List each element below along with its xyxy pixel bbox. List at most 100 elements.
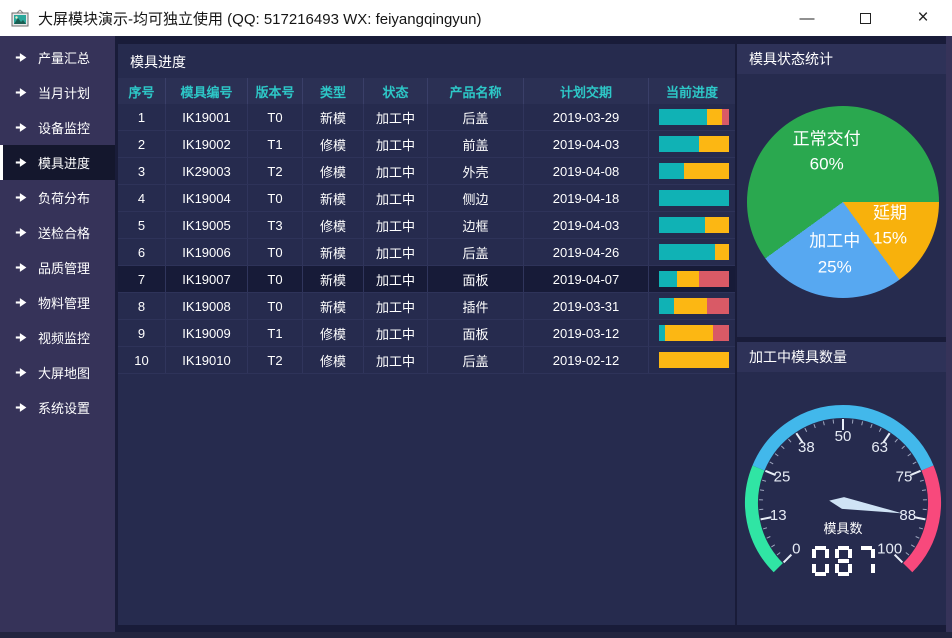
gauge-minor-tick (879, 428, 881, 432)
table-cell: 修模 (303, 320, 364, 346)
table-row[interactable]: 7IK19007T0新模加工中面板2019-04-07 (118, 266, 735, 293)
column-header: 序号 (118, 78, 166, 104)
sidebar-item-label: 视频监控 (38, 328, 90, 347)
gauge-minor-tick (823, 421, 824, 425)
gauge-minor-tick (814, 424, 815, 428)
table-cell: 1 (118, 104, 166, 130)
column-header: 当前进度 (649, 78, 735, 104)
sidebar-item-8[interactable]: 物料管理 (0, 285, 115, 320)
mold-status-panel: 模具状态统计 正常交付60%延期15%加工中25% (737, 44, 946, 337)
sidebar-item-label: 系统设置 (38, 398, 90, 417)
gauge-minor-tick (922, 490, 926, 491)
sidebar-item-11[interactable]: 系统设置 (0, 390, 115, 425)
gauge-panel-title: 加工中模具数量 (737, 342, 946, 372)
window-right-edge (946, 36, 952, 638)
table-row[interactable]: 3IK29003T2修模加工中外壳2019-04-08 (118, 158, 735, 185)
table-cell: T1 (248, 320, 303, 346)
table-cell: 3 (118, 158, 166, 184)
window-bottom-edge (0, 632, 952, 638)
table-cell: IK19002 (166, 131, 248, 157)
table-cell: 加工中 (364, 104, 428, 130)
table-cell: 加工中 (364, 212, 428, 238)
gauge-needle (829, 497, 902, 513)
table-cell: 加工中 (364, 185, 428, 211)
progress-bar (659, 163, 729, 179)
sidebar-item-4[interactable]: 模具进度 (0, 145, 115, 180)
table-row[interactable]: 9IK19009T1修模加工中面板2019-03-12 (118, 320, 735, 347)
arrow-icon (15, 401, 28, 414)
arrow-icon (15, 121, 28, 134)
sidebar-item-9[interactable]: 视频监控 (0, 320, 115, 355)
sidebar-item-label: 当月计划 (38, 83, 90, 102)
gauge-chart: 013253850637588100 模具数 (737, 372, 946, 625)
table-cell: T2 (248, 158, 303, 184)
close-button[interactable]: × (894, 0, 952, 36)
table-cell: 9 (118, 320, 166, 346)
table-cell: 后盖 (428, 104, 524, 130)
sidebar-item-2[interactable]: 当月计划 (0, 75, 115, 110)
table-cell: T0 (248, 239, 303, 265)
gauge-minor-tick (762, 480, 766, 481)
maximize-button[interactable] (836, 0, 894, 36)
table-cell: T1 (248, 131, 303, 157)
table-cell: 2019-04-03 (524, 212, 649, 238)
gauge-minor-tick (908, 454, 911, 456)
table-cell: T0 (248, 293, 303, 319)
table-cell: 边框 (428, 212, 524, 238)
mold-progress-panel: 模具进度 序号模具编号版本号类型状态产品名称计划交期当前进度 1IK19001T… (118, 44, 735, 625)
table-cell: 加工中 (364, 293, 428, 319)
table-cell-progress (649, 104, 735, 130)
table-row[interactable]: 2IK19002T1修模加工中前盖2019-04-03 (118, 131, 735, 158)
table-cell: T0 (248, 266, 303, 292)
sidebar-item-1[interactable]: 产量汇总 (0, 40, 115, 75)
table-header: 序号模具编号版本号类型状态产品名称计划交期当前进度 (118, 78, 735, 104)
table-row[interactable]: 8IK19008T0新模加工中插件2019-03-31 (118, 293, 735, 320)
table-cell: 4 (118, 185, 166, 211)
progress-bar (659, 298, 729, 314)
table-cell: 修模 (303, 212, 364, 238)
table-cell: 8 (118, 293, 166, 319)
arrow-icon (15, 331, 28, 344)
sidebar-item-5[interactable]: 负荷分布 (0, 180, 115, 215)
gauge-tick-label: 63 (871, 439, 888, 456)
sidebar-item-label: 品质管理 (38, 258, 90, 277)
table-cell: 新模 (303, 104, 364, 130)
lcd-digit (812, 546, 829, 576)
table-row[interactable]: 10IK19010T2修模加工中后盖2019-02-12 (118, 347, 735, 374)
table-cell: 2019-02-12 (524, 347, 649, 373)
window-title: 大屏模块演示-均可独立使用 (QQ: 517216493 WX: feiyang… (38, 8, 481, 29)
gauge-tick-label: 50 (835, 428, 852, 445)
table-row[interactable]: 1IK19001T0新模加工中后盖2019-03-29 (118, 104, 735, 131)
sidebar-item-7[interactable]: 品质管理 (0, 250, 115, 285)
maximize-icon (860, 13, 871, 24)
app-window: 大屏模块演示-均可独立使用 (QQ: 517216493 WX: feiyang… (0, 0, 952, 638)
sidebar-item-3[interactable]: 设备监控 (0, 110, 115, 145)
sidebar-item-6[interactable]: 送检合格 (0, 215, 115, 250)
table-cell: 7 (118, 266, 166, 292)
gauge-minor-tick (788, 439, 791, 442)
table-cell-progress (649, 266, 735, 292)
table-cell: 后盖 (428, 239, 524, 265)
table-cell: 新模 (303, 266, 364, 292)
table-cell: 加工中 (364, 320, 428, 346)
progress-bar (659, 109, 729, 125)
table-body: 1IK19001T0新模加工中后盖2019-03-292IK19002T1修模加… (118, 104, 735, 374)
gauge-minor-tick (805, 428, 807, 432)
sidebar-item-label: 负荷分布 (38, 188, 90, 207)
sidebar-item-label: 大屏地图 (38, 363, 90, 382)
sidebar-item-label: 模具进度 (38, 153, 90, 172)
table-row[interactable]: 6IK19006T0新模加工中后盖2019-04-26 (118, 239, 735, 266)
gauge-dial: 013253850637588100 (737, 372, 949, 625)
table-cell-progress (649, 212, 735, 238)
table-row[interactable]: 4IK19004T0新模加工中侧边2019-04-18 (118, 185, 735, 212)
table-cell: T0 (248, 104, 303, 130)
arrow-icon (15, 226, 28, 239)
table-row[interactable]: 5IK19005T3修模加工中边框2019-04-03 (118, 212, 735, 239)
table-cell: 2019-04-18 (524, 185, 649, 211)
sidebar-item-10[interactable]: 大屏地图 (0, 355, 115, 390)
table-cell: 2019-04-07 (524, 266, 649, 292)
gauge-minor-tick (895, 439, 898, 442)
table-cell: 侧边 (428, 185, 524, 211)
table-cell-progress (649, 239, 735, 265)
minimize-button[interactable]: — (778, 0, 836, 36)
